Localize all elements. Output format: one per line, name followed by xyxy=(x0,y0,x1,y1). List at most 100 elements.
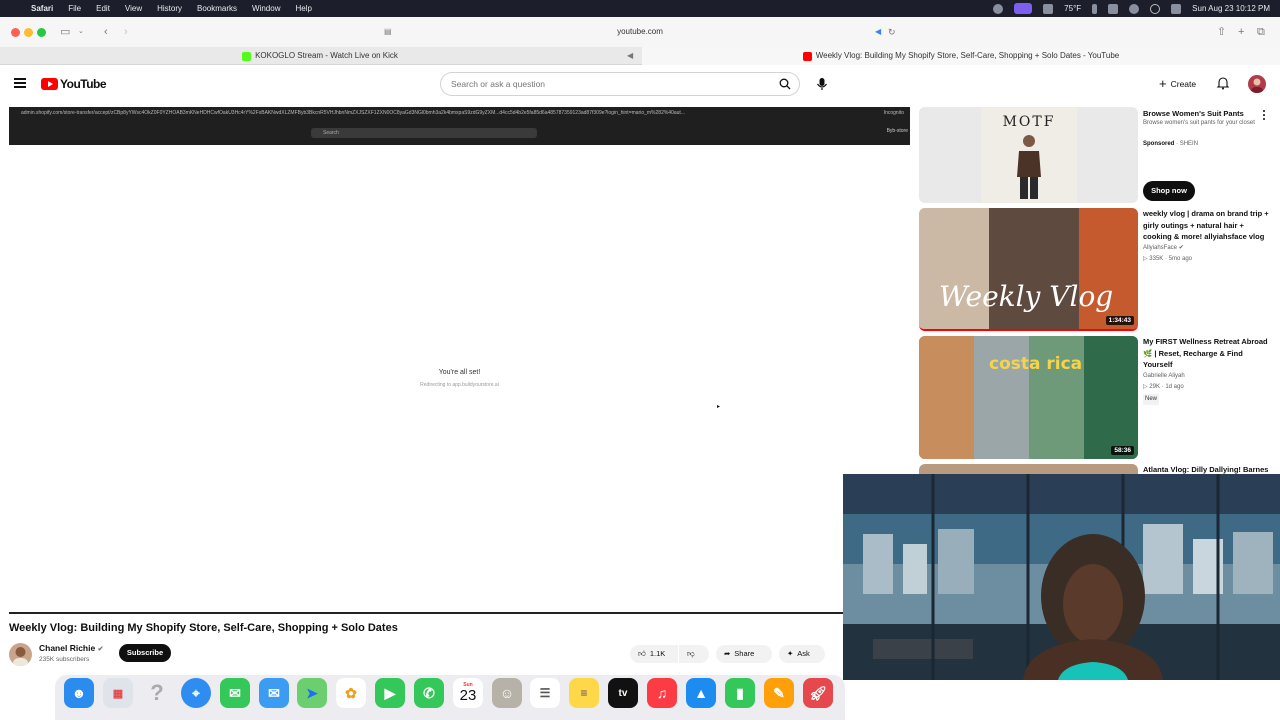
view-count: 335K xyxy=(1149,256,1164,262)
create-button[interactable]: + Create xyxy=(1151,74,1204,94)
video-meta: ▷ 29K · 1d ago xyxy=(1143,384,1184,390)
search-input[interactable]: Search or ask a question xyxy=(440,72,800,96)
chevron-down-icon[interactable]: ⌄ xyxy=(78,25,84,39)
menu-history[interactable]: History xyxy=(157,4,182,13)
facetime-icon[interactable]: ▶ xyxy=(375,678,405,708)
finder-icon[interactable]: ☻ xyxy=(64,678,94,708)
apple-menu-icon[interactable] xyxy=(11,4,21,14)
youtube-logo-text[interactable]: YouTube xyxy=(60,77,107,91)
ad-thumbnail[interactable]: MOTF xyxy=(919,107,1138,203)
bluetooth-icon[interactable] xyxy=(1092,3,1098,14)
calendar-day: 23 xyxy=(459,687,477,704)
share-button[interactable]: ➦ Share xyxy=(716,645,772,663)
duration-badge: 1:34:43 xyxy=(1105,316,1134,325)
video-title[interactable]: weekly vlog | drama on brand trip + girl… xyxy=(1143,208,1273,243)
safari-toolbar: ▭ ⌄ ‹ › ▤ youtube.com ◀ ↻ ⇧ + ⧉ xyxy=(0,17,1280,47)
shop-now-button[interactable]: Shop now xyxy=(1143,181,1195,201)
video-channel[interactable]: AllyiahsFace ✔ xyxy=(1143,243,1184,254)
cursor-icon: ▸ xyxy=(717,404,721,410)
webcam-overlay xyxy=(843,474,1280,680)
screen-record-icon[interactable] xyxy=(1014,3,1033,14)
audio-playing-icon[interactable]: ◀ xyxy=(875,25,881,39)
video-player[interactable]: admin.shopify.com/store-transfer/accept/… xyxy=(9,107,910,613)
focus-icon[interactable] xyxy=(993,3,1004,14)
apple-tv-icon[interactable]: tv xyxy=(608,678,638,708)
mute-tab-icon[interactable]: ◀ xyxy=(627,51,633,60)
macos-menubar: Safari File Edit View History Bookmarks … xyxy=(0,0,1280,17)
thumbs-up-icon: 👍︎ xyxy=(638,649,646,658)
youtube-logo-icon[interactable] xyxy=(41,78,58,90)
tab-overview-icon[interactable]: ⧉ xyxy=(1257,25,1265,39)
verified-icon: ✔ xyxy=(1178,245,1184,251)
voice-search-icon[interactable] xyxy=(812,74,832,94)
notifications-icon[interactable] xyxy=(1216,76,1230,90)
channel-avatar[interactable] xyxy=(9,643,32,666)
dislike-button[interactable]: 👎︎ xyxy=(679,645,709,663)
recorded-store-badge: Byb-store xyxy=(886,128,908,134)
recorded-search-box: Search xyxy=(311,128,537,138)
mail-icon[interactable]: ✉ xyxy=(259,678,289,708)
recorded-incognito-label: Incognito xyxy=(883,110,904,116)
close-window-button[interactable] xyxy=(11,28,20,37)
calendar-icon[interactable]: Sun 23 xyxy=(453,678,483,708)
menu-view[interactable]: View xyxy=(125,4,142,13)
menu-window[interactable]: Window xyxy=(252,4,280,13)
pages-icon[interactable]: ✎ xyxy=(764,678,794,708)
menu-bookmarks[interactable]: Bookmarks xyxy=(197,4,237,13)
wifi-icon[interactable] xyxy=(1129,3,1140,14)
control-center-icon[interactable] xyxy=(1171,3,1182,14)
ask-button[interactable]: ✦ Ask xyxy=(779,645,825,663)
video-thumbnail[interactable]: costa rica 58:36 xyxy=(919,336,1138,459)
tab-kick[interactable]: KOKOGLO Stream - Watch Live on Kick xyxy=(0,47,640,65)
zoom-window-button[interactable] xyxy=(37,28,46,37)
tab-label: Weekly Vlog: Building My Shopify Store, … xyxy=(815,51,1120,60)
music-icon[interactable]: ♫ xyxy=(647,678,677,708)
channel-name[interactable]: Chanel Richie ✔ xyxy=(39,643,103,653)
grid-icon[interactable] xyxy=(1043,3,1054,14)
sidebar-toggle-icon[interactable]: ▭ xyxy=(60,25,70,39)
phone-icon[interactable]: ✆ xyxy=(414,678,444,708)
share-icon[interactable]: ⇧ xyxy=(1217,25,1226,39)
new-tab-icon[interactable]: + xyxy=(1238,25,1244,39)
tab-youtube[interactable]: Weekly Vlog: Building My Shopify Store, … xyxy=(642,47,1280,65)
view-count: 29K xyxy=(1149,384,1160,390)
menu-file[interactable]: File xyxy=(68,4,81,13)
menu-icon[interactable] xyxy=(14,78,26,88)
video-title[interactable]: My FIRST Wellness Retreat Abroad 🌿 | Res… xyxy=(1143,336,1273,371)
rocket-app-icon[interactable]: 🚀︎ xyxy=(803,678,833,708)
reload-icon[interactable]: ↻ xyxy=(888,25,896,39)
reminders-icon[interactable]: ☰ xyxy=(530,678,560,708)
more-options-icon[interactable] xyxy=(1262,110,1266,122)
video-thumbnail[interactable]: Weekly Vlog 1:34:43 xyxy=(919,208,1138,331)
notes-icon[interactable]: ≡ xyxy=(569,678,599,708)
weather-text[interactable]: 75°F xyxy=(1064,4,1081,13)
menu-safari[interactable]: Safari xyxy=(31,4,53,13)
messages-icon[interactable]: ✉ xyxy=(220,678,250,708)
battery-icon[interactable] xyxy=(1108,3,1119,14)
menu-help[interactable]: Help xyxy=(295,4,311,13)
launchpad-icon[interactable]: ▦ xyxy=(103,678,133,708)
account-avatar[interactable] xyxy=(1248,75,1266,93)
maps-icon[interactable]: ➤ xyxy=(297,678,327,708)
contacts-icon[interactable]: ☺ xyxy=(492,678,522,708)
back-icon[interactable]: ‹ xyxy=(104,25,108,39)
video-progress-bar[interactable] xyxy=(9,612,843,614)
search-icon[interactable] xyxy=(779,78,791,90)
menu-edit[interactable]: Edit xyxy=(96,4,110,13)
spotlight-icon[interactable] xyxy=(1150,3,1161,14)
subscribe-button[interactable]: Subscribe xyxy=(119,644,171,662)
minimize-window-button[interactable] xyxy=(24,28,33,37)
safari-icon[interactable]: ⌖ xyxy=(181,678,211,708)
video-meta: ▷ 335K · 5mo ago xyxy=(1143,256,1192,262)
numbers-icon[interactable]: ▮ xyxy=(725,678,755,708)
video-channel[interactable]: Gabrielle Aliyah xyxy=(1143,371,1185,382)
sparkle-icon: ✦ xyxy=(787,649,794,658)
video-channel-text: AllyiahsFace xyxy=(1143,245,1178,251)
like-button[interactable]: 👍︎ 1.1K xyxy=(630,645,678,663)
help-icon[interactable]: ? xyxy=(142,678,172,708)
address-bar[interactable]: youtube.com xyxy=(380,23,900,41)
channel-name-text: Chanel Richie xyxy=(39,643,96,653)
menubar-clock[interactable]: Sun Aug 23 10:12 PM xyxy=(1192,4,1270,13)
keynote-icon[interactable]: ▲ xyxy=(686,678,716,708)
photos-icon[interactable]: ✿ xyxy=(336,678,366,708)
